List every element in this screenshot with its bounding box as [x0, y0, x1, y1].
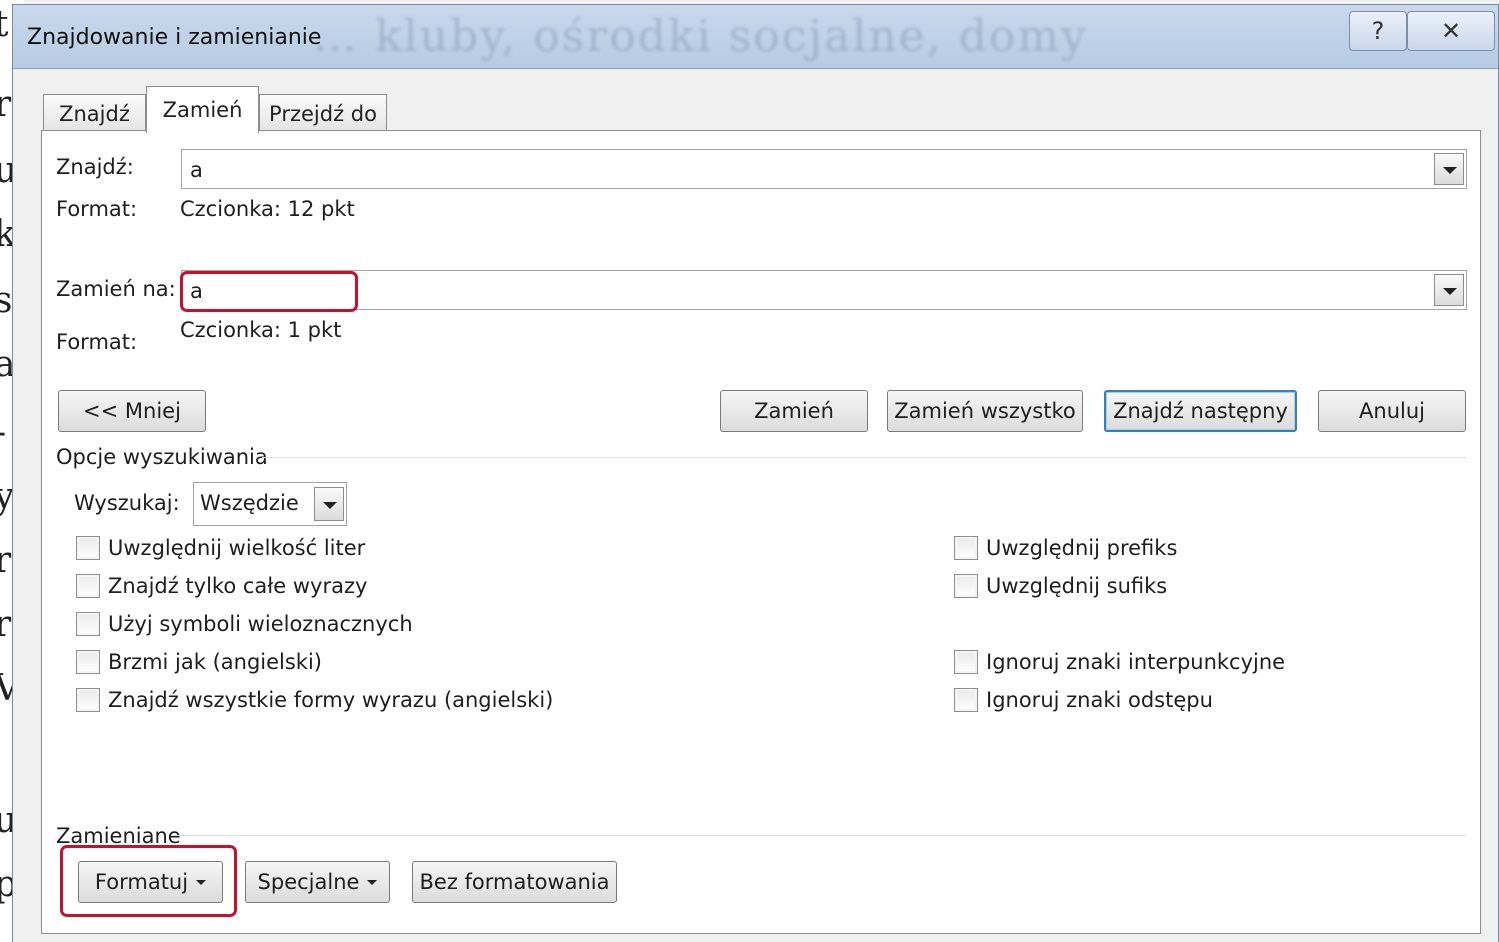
less-button[interactable]: << Mniej — [58, 390, 206, 432]
replace-dropdown-arrow-icon[interactable] — [1434, 274, 1464, 306]
replace-all-button[interactable]: Zamień wszystko — [887, 390, 1083, 432]
help-icon: ? — [1371, 17, 1385, 45]
checkbox-box[interactable] — [954, 574, 978, 598]
find-combobox[interactable]: a — [181, 149, 1467, 189]
find-format-value: Czcionka: 12 pkt — [180, 197, 355, 221]
dialog-body: Znajdź Zamień Przejdź do Znajdź: a Forma… — [13, 70, 1498, 942]
checkbox-box[interactable] — [954, 650, 978, 674]
replace-format-value: Czcionka: 1 pkt — [180, 318, 342, 342]
format-button-label: Formatuj — [94, 870, 189, 894]
find-label: Znajdź: — [56, 155, 134, 179]
search-options-divider — [262, 457, 1466, 458]
bg-letter: s — [0, 280, 13, 321]
checkbox-label: Znajdź wszystkie formy wyrazu (angielski… — [108, 688, 554, 712]
checkbox-box[interactable] — [76, 612, 100, 636]
tab-goto[interactable]: Przejdź do — [259, 94, 387, 132]
checkbox-box[interactable] — [76, 650, 100, 674]
match-suffix-checkbox[interactable]: Uwzględnij sufiks — [954, 574, 1167, 598]
sounds-like-checkbox[interactable]: Brzmi jak (angielski) — [76, 650, 322, 674]
checkbox-label: Brzmi jak (angielski) — [108, 650, 322, 674]
checkbox-label: Użyj symboli wieloznacznych — [108, 612, 413, 636]
find-next-button[interactable]: Znajdź następny — [1104, 390, 1297, 432]
bg-letter: r — [0, 540, 12, 581]
bg-letter: r — [0, 84, 12, 125]
bg-letter: r — [0, 604, 12, 645]
checkbox-label: Ignoruj znaki interpunkcyjne — [986, 650, 1286, 674]
checkbox-label: Uwzględnij sufiks — [986, 574, 1168, 598]
close-icon: ✕ — [1440, 17, 1462, 45]
window-title: Znajdowanie i zamienianie — [27, 25, 322, 50]
tab-panel-replace: Znajdź: a Format: Czcionka: 12 pkt Zamie… — [41, 130, 1481, 934]
checkbox-label: Ignoruj znaki odstępu — [986, 688, 1213, 712]
replace-button[interactable]: Zamień — [720, 390, 868, 432]
replace-group-divider — [174, 835, 1466, 836]
checkbox-box[interactable] — [954, 688, 978, 712]
search-direction-value: Wszędzie — [200, 491, 299, 515]
replace-format-label: Format: — [56, 330, 138, 354]
checkbox-label: Uwzględnij prefiks — [986, 536, 1178, 560]
close-button[interactable]: ✕ — [1407, 11, 1495, 51]
checkbox-label: Znajdź tylko całe wyrazy — [108, 574, 368, 598]
checkbox-box[interactable] — [954, 536, 978, 560]
replace-group-title: Zamieniane — [56, 824, 181, 848]
special-button[interactable]: Specjalne — [245, 861, 390, 903]
replace-label: Zamień na: — [56, 277, 176, 301]
help-button[interactable]: ? — [1349, 11, 1407, 51]
word-forms-checkbox[interactable]: Znajdź wszystkie formy wyrazu (angielski… — [76, 688, 553, 712]
find-format-label: Format: — [56, 197, 138, 221]
background-ghost-text: … kluby, ośrodki socjalne, domy — [313, 11, 1088, 62]
bg-letter: t — [0, 4, 9, 45]
match-case-checkbox[interactable]: Uwzględnij wielkość liter — [76, 536, 365, 560]
title-bar[interactable]: … kluby, ośrodki socjalne, domy Znajdowa… — [13, 5, 1498, 69]
find-input[interactable]: a — [190, 158, 203, 182]
checkbox-box[interactable] — [76, 688, 100, 712]
tab-replace[interactable]: Zamień — [146, 86, 259, 133]
find-dropdown-arrow-icon[interactable] — [1434, 153, 1464, 185]
search-options-title: Opcje wyszukiwania — [56, 445, 268, 469]
checkbox-label: Uwzględnij wielkość liter — [108, 536, 366, 560]
search-direction-arrow-icon[interactable] — [314, 487, 344, 521]
chevron-down-icon — [367, 879, 378, 885]
ignore-punctuation-checkbox[interactable]: Ignoruj znaki interpunkcyjne — [954, 650, 1285, 674]
checkbox-box[interactable] — [76, 574, 100, 598]
find-replace-dialog: … kluby, ośrodki socjalne, domy Znajdowa… — [12, 4, 1499, 942]
checkbox-box[interactable] — [76, 536, 100, 560]
replace-combobox[interactable]: a — [181, 270, 1467, 310]
format-button[interactable]: Formatuj — [78, 861, 223, 903]
search-direction-label: Wyszukaj: — [74, 491, 180, 515]
special-button-label: Specjalne — [257, 870, 360, 894]
whole-words-checkbox[interactable]: Znajdź tylko całe wyrazy — [76, 574, 367, 598]
bg-letter: - — [0, 412, 6, 453]
cancel-button[interactable]: Anuluj — [1318, 390, 1466, 432]
wildcards-checkbox[interactable]: Użyj symboli wieloznacznych — [76, 612, 413, 636]
tab-find[interactable]: Znajdź — [43, 94, 146, 132]
match-prefix-checkbox[interactable]: Uwzględnij prefiks — [954, 536, 1177, 560]
replace-input[interactable]: a — [190, 279, 203, 303]
search-direction-select[interactable]: Wszędzie — [193, 482, 347, 526]
chevron-down-icon — [196, 879, 207, 885]
no-formatting-button[interactable]: Bez formatowania — [412, 861, 617, 903]
ignore-whitespace-checkbox[interactable]: Ignoruj znaki odstępu — [954, 688, 1213, 712]
